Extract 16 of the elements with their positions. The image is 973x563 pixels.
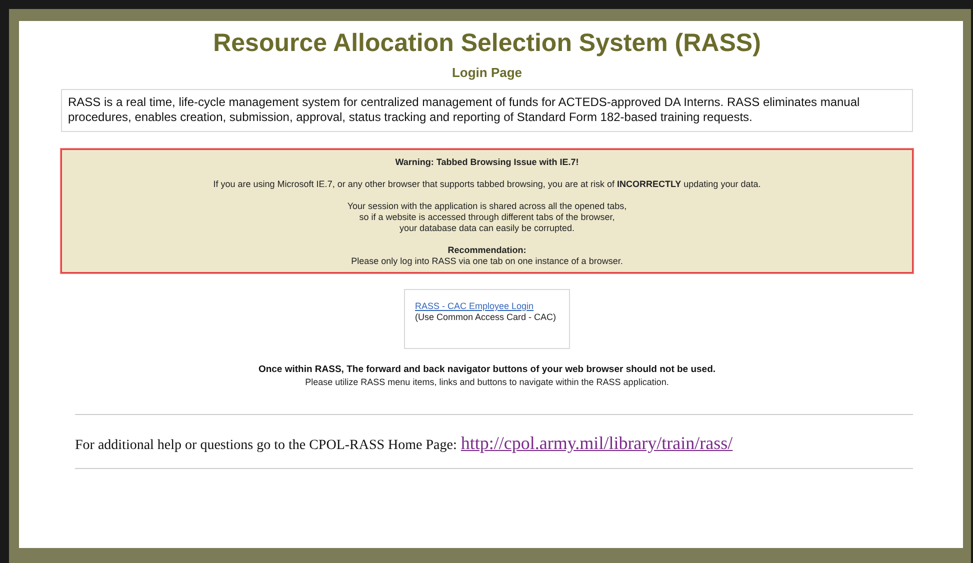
- recommendation-text: Please only log into RASS via one tab on one instance of a browser.: [351, 256, 623, 267]
- warning-text: If you are using Microsoft IE.7, or any other browser that supports tabbed browsing, you are at risk of INCORRECTLY updating your data.: [213, 179, 761, 190]
- page-title: Resource Allocation Selection System (RASS): [213, 29, 761, 58]
- login-note: (Use Common Access Card - CAC): [415, 312, 556, 323]
- description-text: RASS is a real time, life-cycle management system for centralized management of funds for ACTEDS-approved DA Interns. RASS eliminates manual procedures, enables creation, submission, approval, status tracking and reporting of Standard Form 182-based training requests.: [61, 89, 913, 132]
- navigation-warning: Once within RASS, The forward and back navigator buttons of your web browser should not be used.: [258, 364, 716, 375]
- warning-heading: Warning: Tabbed Browsing Issue with IE.7!: [395, 157, 579, 168]
- page-subtitle: Login Page: [452, 65, 522, 80]
- help-link[interactable]: http://cpol.army.mil/library/train/rass/: [460, 433, 733, 454]
- login-link[interactable]: RASS - CAC Employee Login: [415, 301, 534, 312]
- warning-text: so if a website is accessed through different tabs of the browser,: [359, 212, 615, 223]
- recommendation-heading: Recommendation:: [448, 245, 526, 256]
- warning-text: Your session with the application is shared across all the opened tabs,: [347, 201, 627, 212]
- warning-text: your database data can easily be corrupted.: [399, 223, 575, 234]
- help-text: For additional help or questions go to the CPOL-RASS Home Page:: [75, 438, 457, 454]
- navigation-tip: Please utilize RASS menu items, links and buttons to navigate within the RASS application.: [305, 377, 669, 387]
